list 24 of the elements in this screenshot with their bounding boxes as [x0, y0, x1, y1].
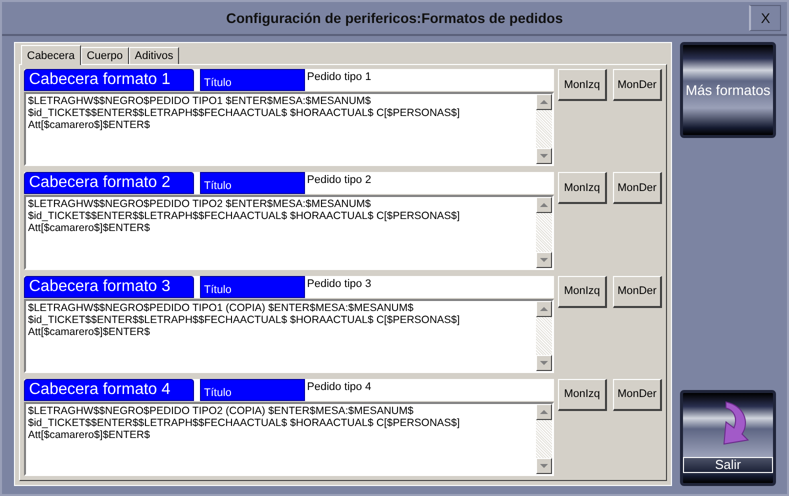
format-name-label: Cabecera formato 3 [24, 276, 194, 298]
more-formats-button[interactable]: Más formatos [680, 42, 776, 138]
title-label: Título [200, 378, 305, 401]
format-name-label: Cabecera formato 4 [24, 378, 194, 401]
close-button[interactable]: X [749, 5, 781, 31]
move-button[interactable]: MonIzq [558, 172, 607, 204]
move-button[interactable]: MonIzq [558, 276, 607, 308]
curved-arrow-icon [723, 401, 751, 445]
format-name-label: Cabecera formato 1 [24, 69, 194, 91]
move-button[interactable]: MonDer [613, 276, 662, 308]
window-title: Configuración de perifericos:Formatos de pedidos [226, 10, 563, 26]
move-button[interactable]: MonIzq [558, 69, 607, 101]
move-button[interactable]: MonDer [613, 378, 662, 411]
tab[interactable]: Aditivos [128, 47, 180, 64]
title-label: Título [200, 69, 305, 91]
format-name-label: Cabecera formato 2 [24, 172, 194, 194]
move-button[interactable]: MonDer [613, 172, 662, 204]
title-label: Título [200, 276, 305, 298]
move-button[interactable]: MonIzq [558, 378, 607, 411]
exit-button[interactable]: Salir [680, 390, 776, 486]
tab[interactable]: Cuerpo [80, 47, 129, 64]
move-button[interactable]: MonDer [613, 69, 662, 101]
tab[interactable]: Cabecera [21, 45, 81, 65]
title-label: Título [200, 172, 305, 194]
